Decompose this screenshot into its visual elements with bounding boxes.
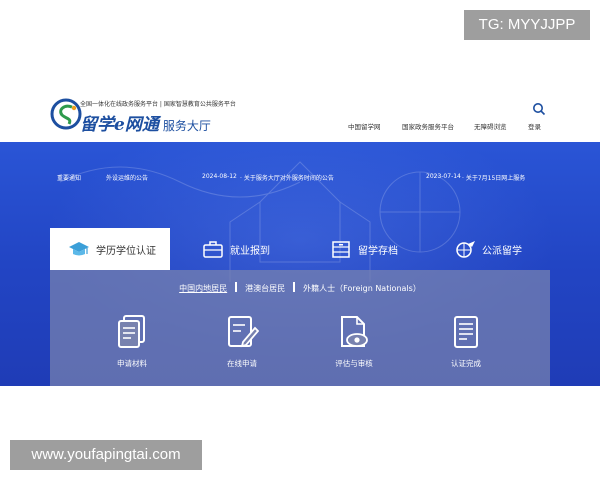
logo-icon[interactable] xyxy=(50,98,82,130)
edit-form-icon xyxy=(228,316,259,348)
notice-title-2[interactable]: · 关于服务大厅对外服务时间的公告 xyxy=(240,173,334,182)
step-evaluation-review[interactable]: 评估与审核 xyxy=(314,314,394,369)
notice-title-2-text: 关于服务大厅对外服务时间的公告 xyxy=(243,175,334,182)
tab-degree-certification[interactable]: 学历学位认证 xyxy=(50,228,170,270)
step-label: 在线申请 xyxy=(227,359,257,368)
notice-label: 重要通知 xyxy=(57,175,82,182)
subtab-hk-macao-taiwan[interactable]: 港澳台居民 xyxy=(245,284,285,293)
step-certification-complete[interactable]: 认证完成 xyxy=(426,314,506,369)
subtab-divider xyxy=(235,282,238,292)
tab-label: 公派留学 xyxy=(482,245,522,257)
notice-date-1: 2024-08-12 xyxy=(202,173,237,180)
tab-label: 学历学位认证 xyxy=(96,245,156,257)
review-eye-icon xyxy=(341,316,368,347)
applicant-subtabs: 中国内地居民 港澳台居民 外籍人士（Foreign Nationals） xyxy=(50,282,550,294)
tab-government-sponsored[interactable]: 公派留学 xyxy=(454,228,522,270)
notice-title-3-text: 关于7月15日网上服务 xyxy=(465,175,526,182)
subtab-mainland-residents[interactable]: 中国内地居民 xyxy=(179,284,227,293)
brand-main: 留学e网通 xyxy=(80,115,159,135)
notice-date-2: 2023-07-14 xyxy=(426,173,461,180)
step-application-materials[interactable]: 申请材料 xyxy=(92,314,172,369)
brand-sub: 服务大厅 xyxy=(162,119,211,133)
site-header: 全国一体化在线政务服务平台 | 国家智慧教育公共服务平台 留学e网通 服务大厅 中… xyxy=(0,90,600,142)
service-tabs: 学历学位认证 就业报到 留学存档 公派留学 xyxy=(50,228,550,270)
subtab-foreign-nationals[interactable]: 外籍人士（Foreign Nationals） xyxy=(303,284,421,293)
notice-title-3[interactable]: · 关于7月15日网上服务 xyxy=(462,173,525,182)
nav-link-login[interactable]: 登录 xyxy=(528,121,541,131)
step-label: 认证完成 xyxy=(451,359,481,368)
step-label: 评估与审核 xyxy=(335,359,373,368)
nav-link-china-study[interactable]: 中国留学网 xyxy=(348,121,381,131)
certificate-icon xyxy=(454,316,478,348)
service-panel: 中国内地居民 港澳台居民 外籍人士（Foreign Nationals） 申请材料 xyxy=(50,270,550,386)
nav-link-accessibility[interactable]: 无障碍浏览 xyxy=(474,121,507,131)
step-label: 申请材料 xyxy=(117,359,147,368)
watermark-bottom: www.youfapingtai.com xyxy=(10,440,202,470)
archive-icon xyxy=(332,241,350,258)
tab-label: 就业报到 xyxy=(230,245,270,257)
subtab-divider xyxy=(293,282,296,292)
briefcase-icon xyxy=(203,241,223,258)
page: TG: MYYJJPP 全国一体化在线政务服务平台 | 国家智慧教育公共服务平台… xyxy=(0,0,600,480)
graduation-cap-icon xyxy=(69,242,89,256)
nav-link-gov-service[interactable]: 国家政务服务平台 xyxy=(402,121,454,131)
tab-study-archive[interactable]: 留学存档 xyxy=(330,228,398,270)
globe-plane-icon xyxy=(456,241,475,258)
brand-title[interactable]: 留学e网通 服务大厅 xyxy=(80,110,211,135)
header-tagline: 全国一体化在线政务服务平台 | 国家智慧教育公共服务平台 xyxy=(80,101,236,108)
tab-employment-report[interactable]: 就业报到 xyxy=(202,228,270,270)
hero-banner: 重要通知 外设运维的公告 2024-08-12 · 关于服务大厅对外服务时间的公… xyxy=(0,142,600,386)
documents-icon xyxy=(118,315,145,348)
watermark-top: TG: MYYJJPP xyxy=(464,10,590,40)
step-online-application[interactable]: 在线申请 xyxy=(202,314,282,369)
tab-label: 留学存档 xyxy=(358,245,398,257)
search-icon[interactable] xyxy=(532,102,546,116)
notice-title-1[interactable]: 外设运维的公告 xyxy=(106,173,148,182)
